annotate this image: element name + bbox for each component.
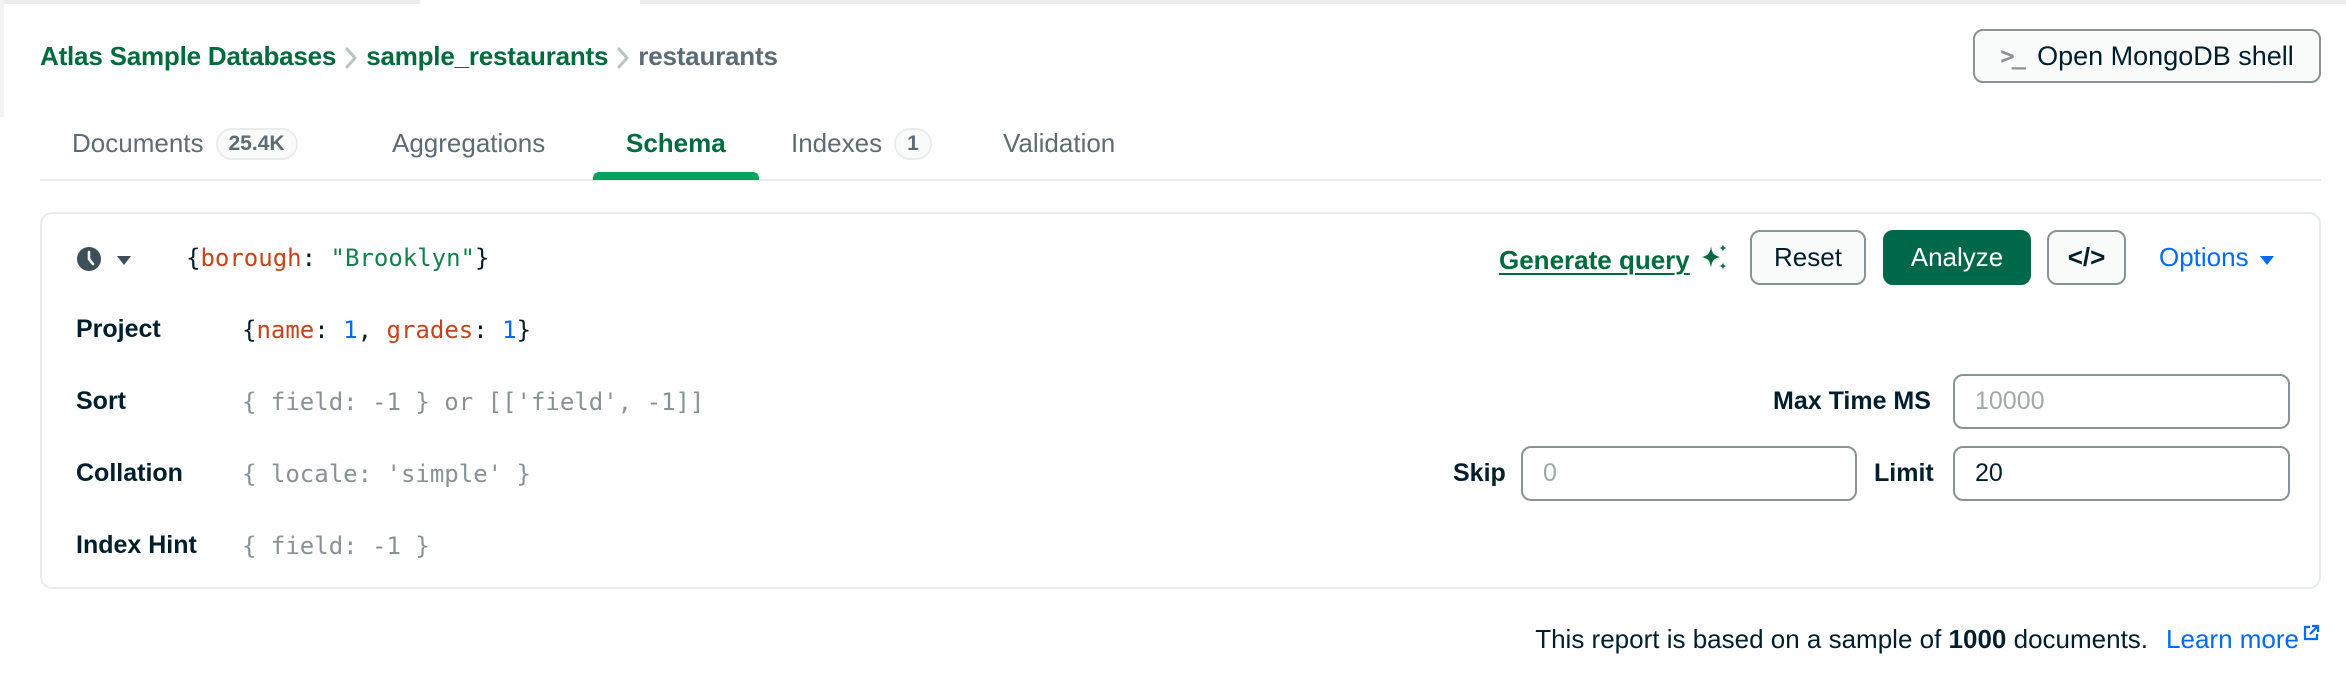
sparkle-icon — [1700, 242, 1730, 279]
project-brace: } — [516, 316, 532, 344]
options-toggle[interactable]: Options — [2159, 242, 2275, 273]
chevron-right-icon — [336, 41, 366, 72]
indexes-count-badge: 1 — [894, 127, 932, 160]
project-brace: { — [242, 316, 257, 344]
tab-label: Documents — [72, 128, 204, 158]
learn-more-label: Learn more — [2166, 624, 2299, 654]
project-value: 1 — [343, 316, 358, 344]
generate-query-label: Generate query — [1499, 245, 1690, 275]
learn-more-link[interactable]: Learn more — [2166, 624, 2320, 655]
generate-query-link[interactable]: Generate query — [1499, 242, 1730, 279]
project-key: name — [256, 316, 315, 344]
breadcrumb-database[interactable]: sample_restaurants — [366, 41, 608, 72]
clock-icon — [76, 246, 102, 277]
collation-input[interactable]: { locale: 'simple' } — [242, 460, 531, 488]
project-label: Project — [76, 315, 161, 343]
open-mongodb-shell-button[interactable]: >_ Open MongoDB shell — [1973, 29, 2321, 83]
query-history-button[interactable] — [76, 246, 132, 277]
tab-label: Validation — [1003, 128, 1116, 158]
index-hint-input[interactable]: { field: -1 } — [242, 532, 430, 560]
tab-label: Schema — [626, 128, 726, 158]
sample-info-prefix: This report is based on a sample of — [1535, 624, 1949, 654]
chevron-right-icon — [608, 41, 638, 72]
tab-indexes[interactable]: Indexes 1 — [791, 108, 932, 179]
export-to-language-button[interactable]: </> — [2047, 230, 2126, 285]
max-time-ms-label: Max Time MS — [1773, 387, 1931, 415]
breadcrumb-cluster[interactable]: Atlas Sample Databases — [40, 41, 336, 72]
filter-brace: } — [475, 244, 490, 272]
tab-documents[interactable]: Documents 25.4K — [72, 108, 298, 179]
open-shell-label: Open MongoDB shell — [2037, 40, 2294, 71]
limit-label: Limit — [1874, 459, 1934, 487]
max-time-ms-input[interactable] — [1953, 374, 2290, 429]
active-tab-indicator — [593, 172, 759, 180]
filter-colon: : — [301, 244, 331, 272]
tab-label: Aggregations — [392, 128, 546, 158]
query-bar: {borough: "Brooklyn"} Generate query Res… — [40, 212, 2321, 589]
project-colon: : — [473, 316, 503, 344]
filter-value: "Brooklyn" — [330, 244, 476, 272]
tab-validation[interactable]: Validation — [1003, 108, 1115, 179]
caret-down-icon — [2259, 242, 2275, 273]
skip-label: Skip — [1453, 459, 1506, 487]
sample-count: 1000 — [1948, 624, 2007, 654]
project-key: grades — [386, 316, 474, 344]
reset-button[interactable]: Reset — [1750, 230, 1866, 285]
breadcrumb: Atlas Sample Databases sample_restaurant… — [40, 36, 778, 76]
index-hint-label: Index Hint — [76, 531, 197, 559]
analyze-button[interactable]: Analyze — [1883, 230, 2031, 285]
caret-down-icon — [116, 253, 132, 271]
breadcrumb-collection: restaurants — [638, 40, 778, 71]
tab-label: Indexes — [791, 128, 883, 158]
options-label: Options — [2159, 242, 2249, 272]
sidebar-edge — [0, 0, 4, 117]
terminal-prompt-icon: >_ — [2000, 42, 2026, 70]
filter-key: borough — [200, 244, 302, 272]
sample-info-suffix: documents. — [2006, 624, 2149, 654]
code-icon: </> — [2067, 242, 2106, 272]
limit-input[interactable] — [1953, 446, 2290, 501]
sort-input[interactable]: { field: -1 } or [['field', -1]] — [242, 388, 704, 416]
project-colon: : — [314, 316, 344, 344]
skip-input[interactable] — [1521, 446, 1857, 501]
project-value: 1 — [502, 316, 517, 344]
filter-brace: { — [186, 244, 201, 272]
tab-aggregations[interactable]: Aggregations — [392, 108, 545, 179]
tab-schema[interactable]: Schema — [626, 108, 726, 179]
window-top-strip — [640, 0, 2346, 4]
collection-tabs: Documents 25.4K Aggregations Schema Inde… — [40, 108, 2321, 181]
collation-label: Collation — [76, 459, 183, 487]
project-separator: , — [357, 316, 387, 344]
sample-info: This report is based on a sample of 1000… — [1535, 624, 2320, 655]
filter-input[interactable]: {borough: "Brooklyn"} — [186, 244, 489, 272]
external-link-icon — [2302, 618, 2320, 649]
window-top-strip — [0, 0, 420, 4]
sort-label: Sort — [76, 387, 126, 415]
project-input[interactable]: {name: 1, grades: 1} — [242, 316, 531, 344]
documents-count-badge: 25.4K — [215, 127, 298, 160]
